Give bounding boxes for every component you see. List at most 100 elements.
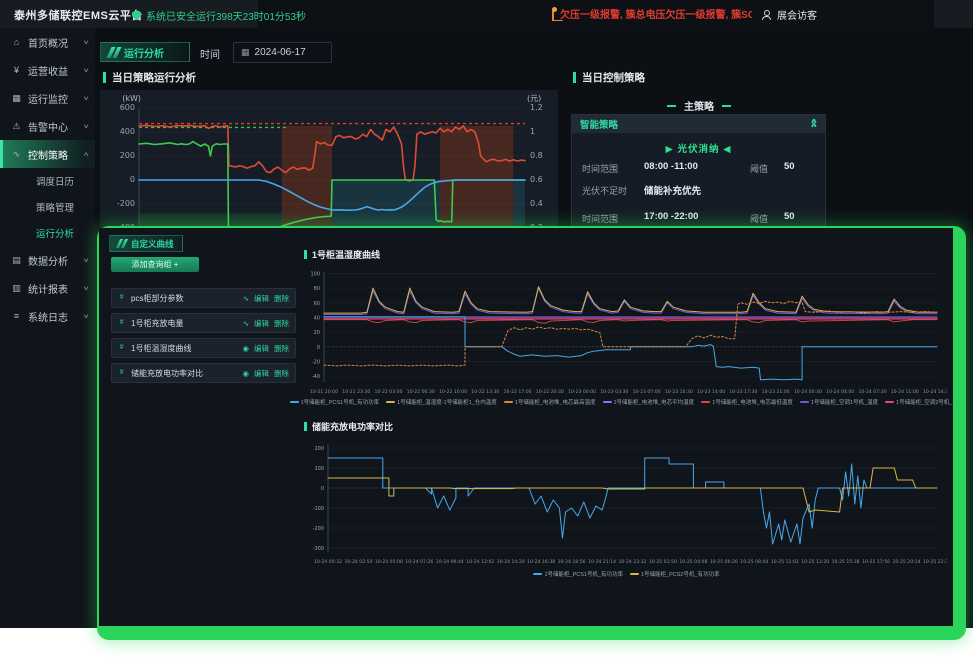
edit-button[interactable]: 编辑 (254, 293, 269, 304)
sidebar-item-monitoring[interactable]: ▦ 运行监控 ∨ (0, 84, 95, 112)
collapse-icon[interactable]: ∧∧ (810, 120, 819, 128)
svg-text:60: 60 (314, 301, 320, 307)
bell-icon[interactable] (552, 10, 554, 20)
legend-item[interactable]: 1号储能柜_空调1号机_温度 (800, 398, 878, 406)
svg-text:10-25 13:20: 10-25 13:20 (801, 559, 829, 565)
date-picker[interactable]: ▦ 2024-06-17 (233, 42, 332, 63)
sidebar-item-alarm-center[interactable]: ⚠ 告警中心 ∨ (0, 112, 95, 140)
legend-item[interactable]: 1号储能柜_电池堆_电芯最低温度 (701, 398, 793, 406)
date-value: 2024-06-17 (255, 47, 306, 58)
svg-text:-40: -40 (312, 374, 320, 380)
tab-stripes-icon (118, 239, 126, 248)
svg-text:10-22 20:30: 10-22 20:30 (536, 389, 564, 395)
svg-text:600: 600 (120, 103, 135, 112)
temp-chart-title: 1号柜温湿度曲线 (304, 248, 380, 261)
sidebar-subitem-operation-analysis[interactable]: 运行分析 (0, 220, 95, 246)
svg-text:10-24 16:38: 10-24 16:38 (527, 559, 555, 565)
double-chevron-down-icon: » (118, 343, 127, 353)
edit-button[interactable]: 编辑 (254, 343, 269, 354)
svg-text:-300: -300 (313, 546, 324, 552)
svg-text:10-23 17:30: 10-23 17:30 (729, 389, 757, 395)
alarm-text[interactable]: 欠压一级报警, 簇总电压欠压一级报警, 簇SO (560, 6, 752, 21)
user-menu[interactable]: 展会访客 (762, 7, 817, 22)
strategy-icon: ∿ (11, 149, 22, 160)
svg-text:100: 100 (314, 466, 324, 472)
svg-text:10-24 07:30: 10-24 07:30 (858, 389, 886, 395)
control-strategy-panel: 当日控制策略 主策略 智能策略 ∧∧ ▶ 光伏消纳 ◀ 时间范围 08:00 -… (565, 62, 965, 228)
temp-chart: 100806040200-20-4010-21 20:0010-21 23:30… (302, 264, 947, 396)
title-bar-decoration (304, 422, 307, 431)
smart-strategy-header: 智能策略 ∧∧ (572, 115, 825, 133)
svg-text:10-24 18:56: 10-24 18:56 (558, 559, 586, 565)
sidebar-item-reports[interactable]: ▥ 统计报表 ∨ (0, 274, 95, 302)
svg-text:10-24 04:00: 10-24 04:00 (826, 389, 854, 395)
svg-text:10-24 11:00: 10-24 11:00 (891, 389, 919, 395)
svg-text:10-23 21:00: 10-23 21:00 (762, 389, 790, 395)
curve-list-item[interactable]: » 储能充放电功率对比 ◉ 编辑 删除 (111, 363, 296, 383)
delete-button[interactable]: 删除 (274, 343, 289, 354)
legend-item[interactable]: 1号储能柜_电池堆_电芯最高温度 (504, 398, 596, 406)
double-chevron-down-icon: » (118, 293, 127, 303)
legend-item[interactable]: 1号储能柜_电池堆_电芯平均温度 (603, 398, 695, 406)
legend-item[interactable]: 1号储能柜_PCS1号机_有功功率 (533, 570, 623, 578)
curve-list-item[interactable]: » pcs柜部分参数 ∿ 编辑 删除 (111, 288, 296, 308)
sidebar-item-revenue[interactable]: ¥ 运营收益 ∨ (0, 56, 95, 84)
tab-operation-analysis[interactable]: 运行分析 (100, 42, 190, 62)
svg-text:10-25 15:38: 10-25 15:38 (832, 559, 860, 565)
dash-decoration (667, 105, 676, 107)
title-bar-decoration (304, 250, 307, 259)
legend-item[interactable]: 1号储能柜_PCS1号机_有功功率 (290, 398, 380, 406)
svg-text:10-25 08:44: 10-25 08:44 (740, 559, 768, 565)
svg-text:0: 0 (130, 175, 135, 184)
svg-text:10-22 10:00: 10-22 10:00 (439, 389, 467, 395)
tab-custom-curves[interactable]: 自定义曲线 (109, 235, 183, 252)
delete-button[interactable]: 删除 (274, 293, 289, 304)
svg-text:10-24 02:50: 10-24 02:50 (344, 559, 372, 565)
chevron-down-icon: ∨ (82, 257, 89, 264)
svg-text:10-24 23:32: 10-24 23:32 (618, 559, 646, 565)
chevron-up-icon: ∧ (82, 151, 89, 158)
main-strategy-label: 主策略 (565, 98, 833, 113)
legend-item[interactable]: 1号储能柜_空调2号机_温度 (885, 398, 953, 406)
user-name[interactable]: 展会访客 (777, 7, 817, 22)
double-chevron-down-icon: » (118, 318, 127, 328)
chevron-down-icon: ∨ (82, 123, 89, 130)
sidebar-item-label: 运行监控 (28, 91, 68, 106)
sidebar-item-data-analysis[interactable]: ▤ 数据分析 ∨ (0, 246, 95, 274)
svg-text:10-24 21:14: 10-24 21:14 (588, 559, 616, 565)
wave-icon[interactable]: ∿ (243, 294, 249, 303)
svg-text:10-25 11:02: 10-25 11:02 (771, 559, 799, 565)
svg-text:400: 400 (120, 127, 135, 136)
shield-icon (132, 11, 141, 21)
svg-text:10-23 07:00: 10-23 07:00 (633, 389, 661, 395)
curve-list-item[interactable]: » 1号柜温湿度曲线 ◉ 编辑 删除 (111, 338, 296, 358)
delete-button[interactable]: 删除 (274, 318, 289, 329)
svg-text:200: 200 (314, 446, 324, 452)
chevron-down-icon: ∨ (82, 39, 89, 46)
sidebar-item-control-strategy[interactable]: ∿ 控制策略 ∧ (0, 140, 95, 168)
curve-label: 储能充放电功率对比 (131, 368, 237, 379)
uptime-status: 系统已安全运行398天23时01分53秒 (132, 8, 306, 23)
edit-button[interactable]: 编辑 (254, 368, 269, 379)
eye-icon[interactable]: ◉ (242, 369, 249, 378)
sidebar-subitem-strategy-management[interactable]: 策略管理 (0, 194, 95, 220)
sidebar-item-label: 控制策略 (28, 147, 68, 162)
sidebar-item-home[interactable]: ⌂ 首页概况 ∨ (0, 28, 95, 56)
svg-text:10-25 17:56: 10-25 17:56 (862, 559, 890, 565)
sidebar-subitem-dispatch-calendar[interactable]: 调度日历 (0, 168, 95, 194)
topbar: 泰州多储联控EMS云平台 系统已安全运行398天23时01分53秒 欠压一级报警… (0, 0, 973, 28)
curve-label: 1号柜温湿度曲线 (131, 343, 237, 354)
legend-item[interactable]: 1号储能柜_PCS2号机_有功功率 (630, 570, 720, 578)
eye-icon[interactable]: ◉ (242, 344, 249, 353)
edit-button[interactable]: 编辑 (254, 318, 269, 329)
svg-text:200: 200 (120, 151, 135, 160)
curve-list-item[interactable]: » 1号柜充放电量 ∿ 编辑 删除 (111, 313, 296, 333)
svg-text:10-22 03:00: 10-22 03:00 (374, 389, 402, 395)
sidebar-item-system-log[interactable]: ≡ 系统日志 ∨ (0, 302, 95, 330)
add-query-group-button[interactable]: 添加查询组 + (111, 257, 199, 272)
curve-label: pcs柜部分参数 (131, 293, 238, 304)
delete-button[interactable]: 删除 (274, 368, 289, 379)
wave-icon[interactable]: ∿ (243, 319, 249, 328)
alarm-marquee[interactable]: 欠压一级报警, 簇总电压欠压一级报警, 簇SO (552, 6, 752, 21)
legend-item[interactable]: 1号储能柜_温湿度-1号储能柜1_仓内温度 (386, 398, 497, 406)
